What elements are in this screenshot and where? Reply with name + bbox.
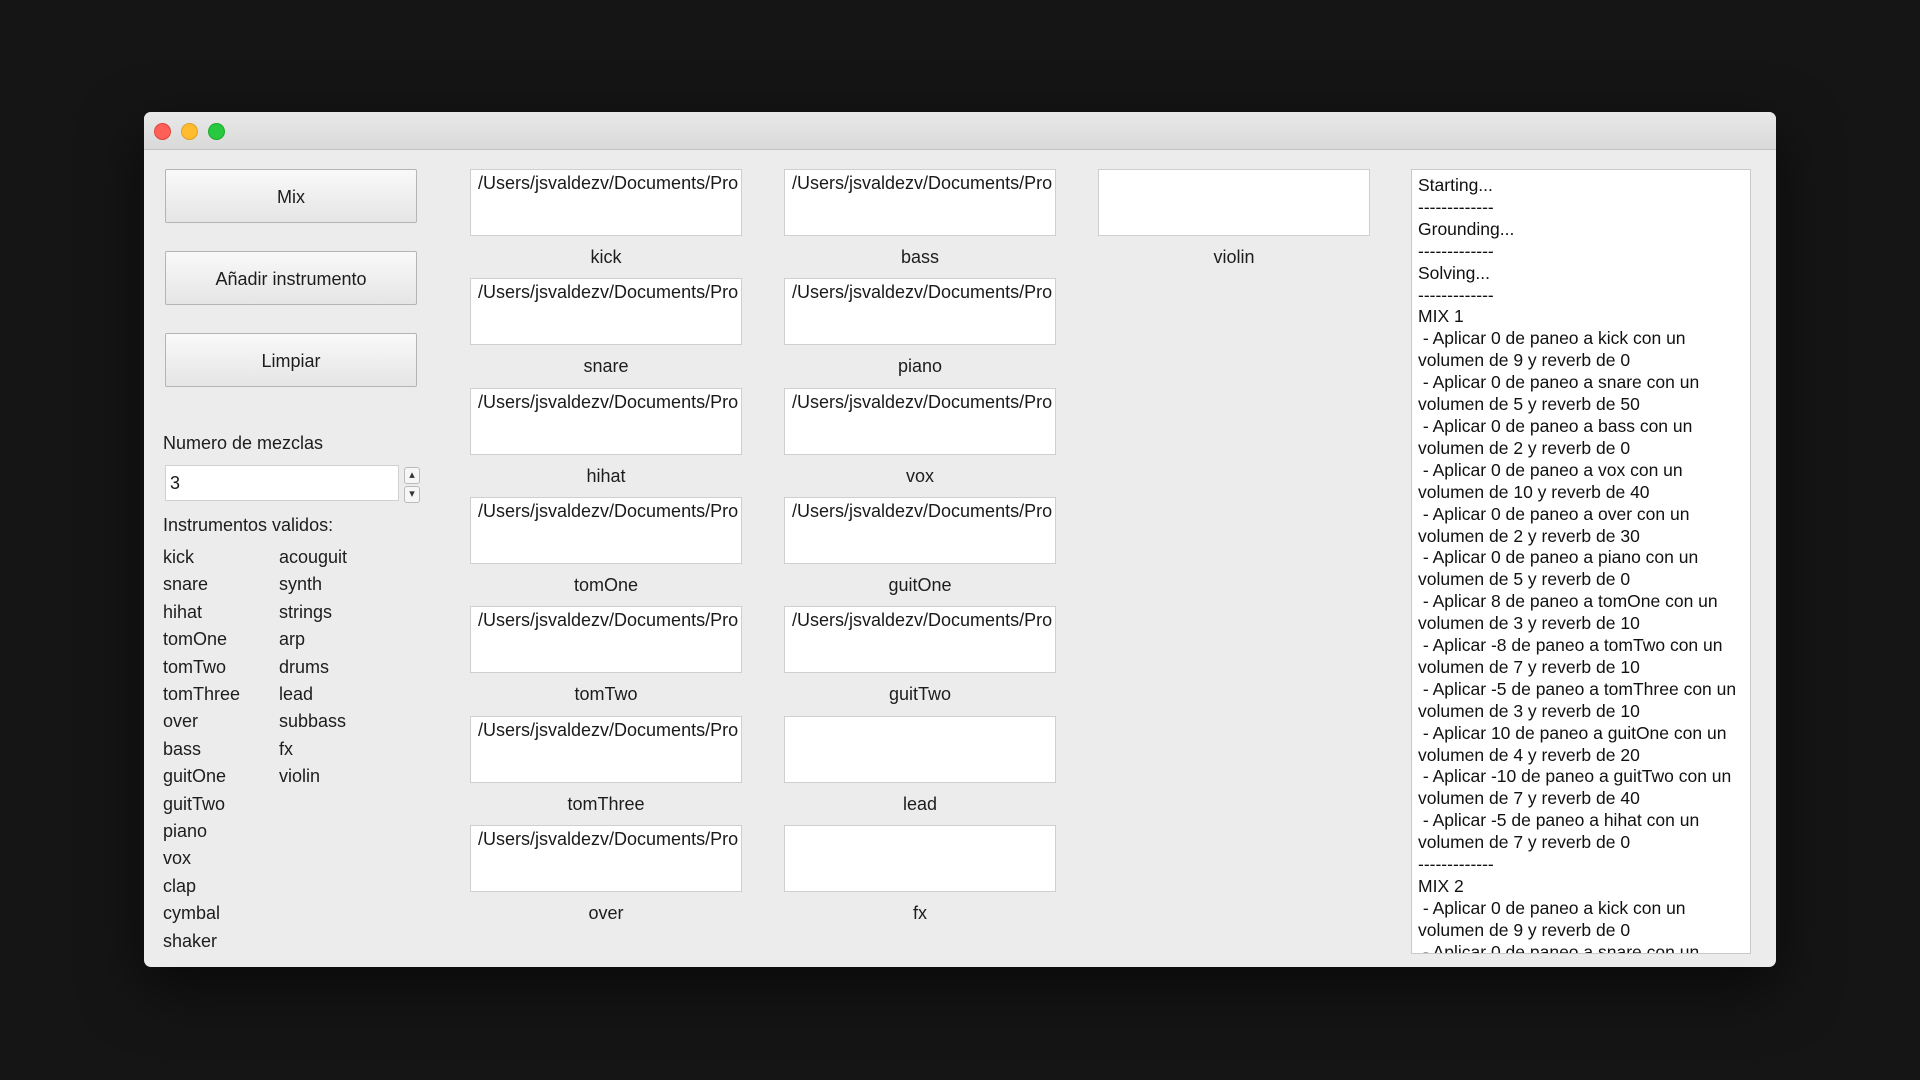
add-instrument-button[interactable]: Añadir instrumento [165, 251, 417, 305]
slot-kick-dropzone[interactable]: /Users/jsvaldezv/Documents/Pro [470, 169, 742, 236]
output-console[interactable]: Starting... ------------- Grounding... ----… [1411, 169, 1751, 954]
console-line: - Aplicar -8 de paneo a tomTwo con un vo… [1418, 635, 1728, 677]
instrument-list-item: subbass [279, 711, 347, 732]
console-line: - Aplicar 0 de paneo a kick con un volum… [1418, 897, 1691, 940]
console-line: ------------- [1418, 284, 1494, 305]
mix-count-stepper[interactable]: ▴ ▾ [404, 467, 420, 503]
slot-bass-label: bass [900, 247, 940, 267]
slot-kick-label: kick [590, 247, 622, 267]
valid-instruments-list-primary: kick snare hihat tomOne tomTwo tomThree over ba… [163, 544, 240, 955]
mix-count-input[interactable]: 3 [165, 465, 399, 501]
console-line: - Aplicar 0 de paneo a snare con un [1418, 941, 1700, 954]
instrument-list-item: strings [279, 601, 333, 622]
console-line: ------------- [1418, 196, 1494, 217]
slot-guitOne-label: guitOne [888, 575, 952, 595]
slot-fx-label: fx [912, 903, 927, 923]
title-bar [144, 112, 1776, 150]
instrument-list-item: arp [279, 629, 306, 650]
slot-tomOne-dropzone[interactable]: /Users/jsvaldezv/Documents/Pro [470, 497, 742, 564]
valid-instruments-list-secondary: acouguit synth strings arp drums lead subbass f… [279, 544, 347, 791]
valid-instruments-label: Instrumentos validos: [163, 515, 334, 535]
console-line: - Aplicar 0 de paneo a kick con un volum… [1418, 328, 1691, 371]
instrument-list-item: tomTwo [163, 656, 227, 677]
slot-snare-label: snare [583, 356, 629, 376]
stepper-down-icon[interactable]: ▾ [404, 486, 420, 503]
slot-hihat-label: hihat [586, 466, 626, 486]
slot-tomThree-dropzone[interactable]: /Users/jsvaldezv/Documents/Pro [470, 716, 742, 783]
console-line: Grounding... [1418, 218, 1515, 239]
console-line: MIX 1 [1418, 306, 1464, 327]
mix-count-label: Numero de mezclas [163, 433, 324, 453]
slot-over-label: over [588, 903, 624, 923]
instrument-list-item: guitOne [163, 766, 227, 787]
console-line: MIX 2 [1418, 876, 1464, 896]
console-line: Starting... [1418, 175, 1493, 195]
instrument-list-item: tomThree [163, 684, 241, 705]
slot-fx-dropzone[interactable] [784, 825, 1056, 892]
console-line: - Aplicar 0 de paneo a vox con un volume… [1418, 459, 1688, 502]
instrument-list-item: fx [279, 738, 294, 759]
stepper-up-icon[interactable]: ▴ [404, 467, 420, 484]
console-line: Solving... [1418, 262, 1490, 283]
slot-violin-dropzone[interactable] [1098, 169, 1370, 236]
console-line: - Aplicar 0 de paneo a snare con un volu… [1418, 372, 1705, 415]
instrument-list-item: drums [279, 656, 330, 677]
console-line: ------------- [1418, 240, 1494, 261]
app-window: Mix Añadir instrumento Limpiar Numero de… [144, 112, 1776, 967]
instrument-list-item: kick [163, 547, 194, 567]
console-line: - Aplicar 0 de paneo a piano con un volu… [1418, 547, 1704, 590]
console-line: - Aplicar -10 de paneo a guitTwo con un … [1418, 766, 1737, 809]
instrument-list-item: acouguit [279, 547, 348, 567]
console-line: - Aplicar -5 de paneo a hihat con un vol… [1418, 810, 1705, 853]
instrument-list-item: violin [279, 766, 321, 787]
slot-guitOne-dropzone[interactable]: /Users/jsvaldezv/Documents/Pro [784, 497, 1056, 564]
console-line: - Aplicar 0 de paneo a over con un volum… [1418, 503, 1695, 546]
slot-tomOne-label: tomOne [573, 575, 639, 595]
console-line: - Aplicar 10 de paneo a guitOne con un v… [1418, 722, 1732, 765]
instrument-list-item: bass [163, 738, 202, 759]
instrument-list-item: over [163, 711, 199, 732]
close-window-button[interactable] [154, 123, 171, 140]
slot-lead-dropzone[interactable] [784, 716, 1056, 783]
slot-vox-dropzone[interactable]: /Users/jsvaldezv/Documents/Pro [784, 388, 1056, 455]
instrument-list-item: vox [163, 848, 192, 869]
clear-button[interactable]: Limpiar [165, 333, 417, 387]
slot-tomThree-label: tomThree [567, 794, 645, 814]
slot-piano-label: piano [897, 356, 943, 376]
instrument-list-item: snare [163, 574, 209, 595]
slot-vox-label: vox [905, 466, 934, 486]
instrument-list-item: lead [279, 684, 314, 705]
zoom-window-button[interactable] [208, 123, 225, 140]
slot-guitTwo-label: guitTwo [888, 684, 952, 704]
slot-guitTwo-dropzone[interactable]: /Users/jsvaldezv/Documents/Pro [784, 606, 1056, 673]
instrument-list-item: tomOne [163, 629, 228, 650]
slot-tomTwo-label: tomTwo [574, 684, 638, 704]
minimize-window-button[interactable] [181, 123, 198, 140]
slot-violin-label: violin [1213, 247, 1255, 267]
instrument-list-item: synth [279, 574, 323, 595]
slot-bass-dropzone[interactable]: /Users/jsvaldezv/Documents/Pro [784, 169, 1056, 236]
instrument-list-item: piano [163, 821, 208, 842]
slot-snare-dropzone[interactable]: /Users/jsvaldezv/Documents/Pro [470, 278, 742, 345]
slot-hihat-dropzone[interactable]: /Users/jsvaldezv/Documents/Pro [470, 388, 742, 455]
console-line: - Aplicar 8 de paneo a tomOne con un vol… [1418, 591, 1723, 634]
console-line: ------------- [1418, 854, 1494, 875]
slot-tomTwo-dropzone[interactable]: /Users/jsvaldezv/Documents/Pro [470, 606, 742, 673]
slot-piano-dropzone[interactable]: /Users/jsvaldezv/Documents/Pro [784, 278, 1056, 345]
instrument-list-item: cymbal [163, 903, 221, 924]
console-line: - Aplicar -5 de paneo a tomThree con un … [1418, 678, 1741, 721]
instrument-list-item: guitTwo [163, 793, 226, 814]
instrument-list-item: shaker [163, 930, 218, 951]
console-line: - Aplicar 0 de paneo a bass con un volum… [1418, 415, 1698, 458]
slot-lead-label: lead [902, 794, 938, 814]
instrument-list-item: hihat [163, 601, 203, 622]
slot-over-dropzone[interactable]: /Users/jsvaldezv/Documents/Pro [470, 825, 742, 892]
mix-button[interactable]: Mix [165, 169, 417, 223]
instrument-list-item: clap [163, 875, 197, 896]
